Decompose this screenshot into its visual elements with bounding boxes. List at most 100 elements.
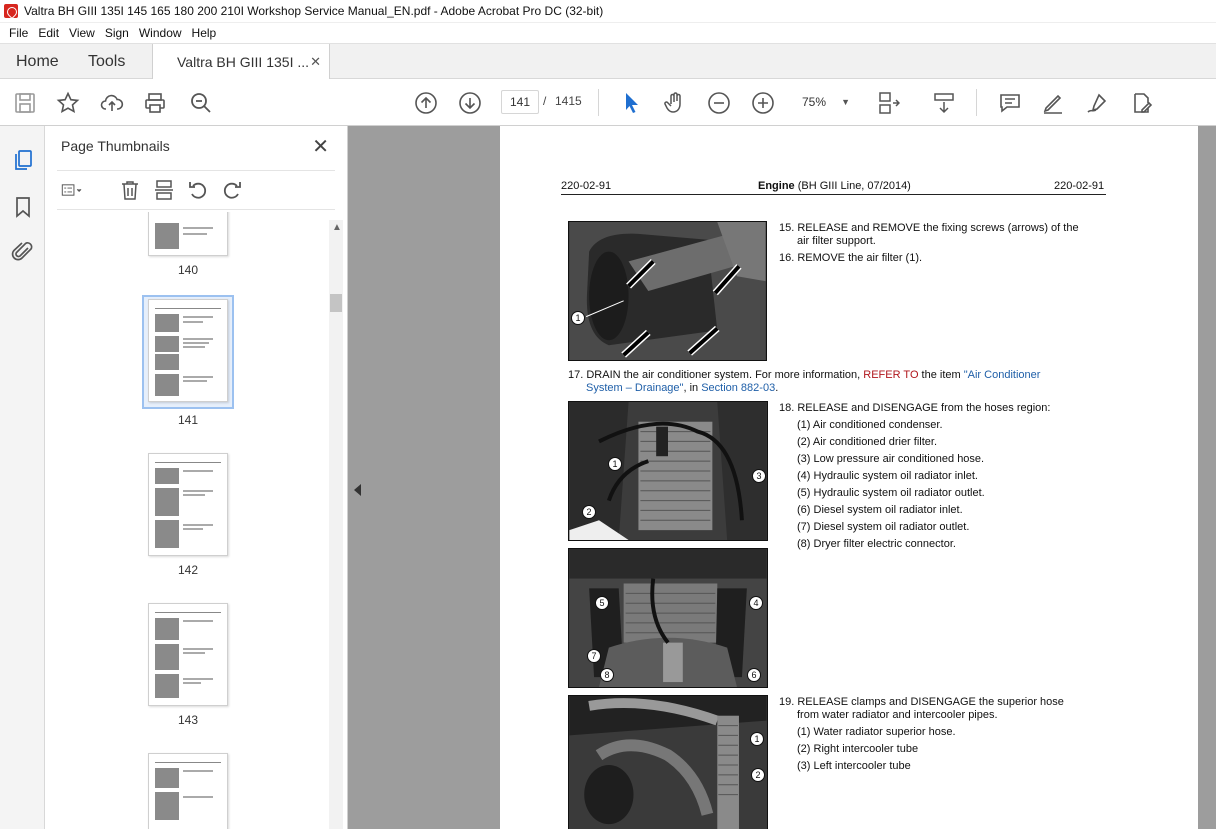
rotate-right-icon[interactable] bbox=[221, 179, 243, 201]
scrollbar-thumb[interactable] bbox=[330, 294, 342, 312]
acrobat-icon bbox=[4, 4, 18, 18]
attachments-icon[interactable] bbox=[11, 240, 35, 264]
page-separator: / bbox=[543, 94, 547, 108]
highlight-pen-icon[interactable] bbox=[1041, 91, 1065, 115]
step-19-item: (3) Left intercooler tube bbox=[797, 760, 911, 772]
select-cursor-icon[interactable] bbox=[620, 91, 644, 115]
tab-tools[interactable]: Tools bbox=[88, 44, 125, 79]
scroll-up-icon[interactable]: ▲ bbox=[332, 222, 342, 233]
intercooler-hoses-photo bbox=[568, 695, 768, 829]
callout-marker: 1 bbox=[750, 732, 764, 746]
page-number-input[interactable]: 141 bbox=[501, 90, 539, 114]
collapse-panel-icon[interactable] bbox=[354, 484, 361, 496]
callout-marker: 1 bbox=[608, 457, 622, 471]
scroll-mode-icon[interactable] bbox=[932, 91, 956, 115]
navigation-rail bbox=[0, 126, 45, 829]
zoom-level-select[interactable]: 75% ▼ bbox=[794, 90, 856, 114]
window-title: Valtra BH GIII 135I 145 165 180 200 210I… bbox=[24, 4, 604, 18]
section-link[interactable]: Section 882-03 bbox=[701, 382, 775, 394]
step-17-body: 17. DRAIN the air conditioner system. Fo… bbox=[568, 369, 864, 381]
page-header-right: 220-02-91 bbox=[1054, 180, 1105, 192]
page-total: 1415 bbox=[555, 94, 582, 108]
tab-document[interactable]: Valtra BH GIII 135I ... ✕ bbox=[152, 44, 330, 80]
hand-tool-icon[interactable] bbox=[663, 91, 687, 115]
comment-icon[interactable] bbox=[998, 91, 1022, 115]
step-16-text: 16. REMOVE the air filter (1). bbox=[779, 252, 923, 264]
step-18-item: (5) Hydraulic system oil radiator outlet… bbox=[797, 487, 985, 499]
header-chapter: Engine bbox=[758, 180, 795, 192]
tab-row: Home Tools Valtra BH GIII 135I ... ✕ bbox=[0, 43, 1216, 80]
header-line: (BH GIII Line, 07/2014) bbox=[794, 180, 911, 192]
radiator-outlets-photo bbox=[568, 548, 768, 688]
search-zoom-icon[interactable] bbox=[189, 91, 213, 115]
menu-edit[interactable]: Edit bbox=[33, 26, 64, 40]
thumbnail-label: 142 bbox=[177, 563, 199, 577]
step-18-item: (7) Diesel system oil radiator outlet. bbox=[797, 521, 970, 533]
previous-page-icon[interactable] bbox=[414, 91, 438, 115]
menu-help[interactable]: Help bbox=[187, 26, 222, 40]
radiator-hoses-photo bbox=[568, 401, 768, 541]
callout-marker: 3 bbox=[752, 469, 766, 483]
step-19-item: (2) Right intercooler tube bbox=[797, 743, 919, 755]
page-thumbnails-icon[interactable] bbox=[11, 148, 35, 172]
step-18-item: (4) Hydraulic system oil radiator inlet. bbox=[797, 470, 978, 482]
title-bar: Valtra BH GIII 135I 145 165 180 200 210I… bbox=[0, 0, 1216, 23]
thumbnail-page[interactable] bbox=[148, 603, 228, 706]
print-icon[interactable] bbox=[143, 91, 167, 115]
rotate-left-icon[interactable] bbox=[187, 179, 209, 201]
thumbnail-list: 140 141 142 143 bbox=[45, 212, 328, 829]
refer-to-label: REFER TO bbox=[863, 369, 919, 381]
document-view[interactable]: 220-02-91 Engine (BH GIII Line, 07/2014)… bbox=[348, 126, 1216, 829]
bookmarks-icon[interactable] bbox=[11, 195, 35, 219]
page-fit-icon[interactable] bbox=[876, 91, 901, 115]
insert-page-icon[interactable] bbox=[153, 179, 175, 201]
callout-marker: 5 bbox=[595, 596, 609, 610]
draw-signature-icon[interactable] bbox=[1085, 91, 1109, 115]
thumbnail-page[interactable] bbox=[148, 212, 228, 256]
menu-window[interactable]: Window bbox=[134, 26, 187, 40]
ac-drainage-link[interactable]: "Air Conditioner bbox=[964, 369, 1041, 381]
page-header-left: 220-02-91 bbox=[561, 180, 612, 192]
close-tab-icon[interactable]: ✕ bbox=[310, 54, 321, 70]
step-15-text-cont: air filter support. bbox=[797, 235, 876, 247]
save-icon[interactable] bbox=[13, 91, 37, 115]
callout-marker: 8 bbox=[600, 668, 614, 682]
upload-cloud-icon[interactable] bbox=[100, 91, 124, 115]
page-header-center: Engine (BH GIII Line, 07/2014) bbox=[758, 180, 911, 194]
panel-collapse-strip[interactable] bbox=[348, 126, 368, 829]
thumbnail-toolbar bbox=[57, 170, 335, 210]
thumbnail-page[interactable] bbox=[148, 753, 228, 829]
delete-page-icon[interactable] bbox=[119, 179, 141, 201]
callout-marker: 7 bbox=[587, 649, 601, 663]
menu-file[interactable]: File bbox=[4, 26, 33, 40]
step-19-item: (1) Water radiator superior hose. bbox=[797, 726, 956, 738]
callout-marker: 2 bbox=[751, 768, 765, 782]
menu-sign[interactable]: Sign bbox=[100, 26, 134, 40]
close-panel-icon[interactable]: ✕ bbox=[312, 134, 329, 159]
thumbnail-label: 141 bbox=[177, 413, 199, 427]
thumbnail-label: 143 bbox=[177, 713, 199, 727]
zoom-out-icon[interactable] bbox=[707, 91, 731, 115]
thumbnail-page[interactable] bbox=[148, 453, 228, 556]
tab-document-label: Valtra BH GIII 135I ... bbox=[177, 54, 310, 70]
thumbnail-options-icon[interactable] bbox=[61, 179, 95, 201]
callout-marker: 6 bbox=[747, 668, 761, 682]
step-18-item: (2) Air conditioned drier filter. bbox=[797, 436, 938, 448]
tab-home[interactable]: Home bbox=[16, 44, 59, 79]
step-17-text-cont: System – Drainage", in Section 882-03. bbox=[586, 382, 778, 396]
toolbar-divider bbox=[976, 89, 977, 116]
step-18-item: (1) Air conditioned condenser. bbox=[797, 419, 943, 431]
menu-view[interactable]: View bbox=[64, 26, 100, 40]
chevron-down-icon: ▼ bbox=[841, 97, 850, 107]
ac-drainage-link[interactable]: System – Drainage" bbox=[586, 382, 683, 394]
thumbnail-page[interactable] bbox=[148, 299, 228, 402]
callout-marker: 2 bbox=[582, 505, 596, 519]
thumbnail-panel: Page Thumbnails ✕ 140 141 142 143 ▲ bbox=[45, 126, 348, 829]
main-toolbar: 141 / 1415 75% ▼ bbox=[0, 79, 1216, 126]
next-page-icon[interactable] bbox=[458, 91, 482, 115]
bookmark-star-icon[interactable] bbox=[56, 91, 80, 115]
air-filter-photo bbox=[568, 221, 767, 361]
pdf-page: 220-02-91 Engine (BH GIII Line, 07/2014)… bbox=[500, 126, 1198, 829]
zoom-in-icon[interactable] bbox=[751, 91, 775, 115]
edit-pdf-icon[interactable] bbox=[1129, 91, 1153, 115]
